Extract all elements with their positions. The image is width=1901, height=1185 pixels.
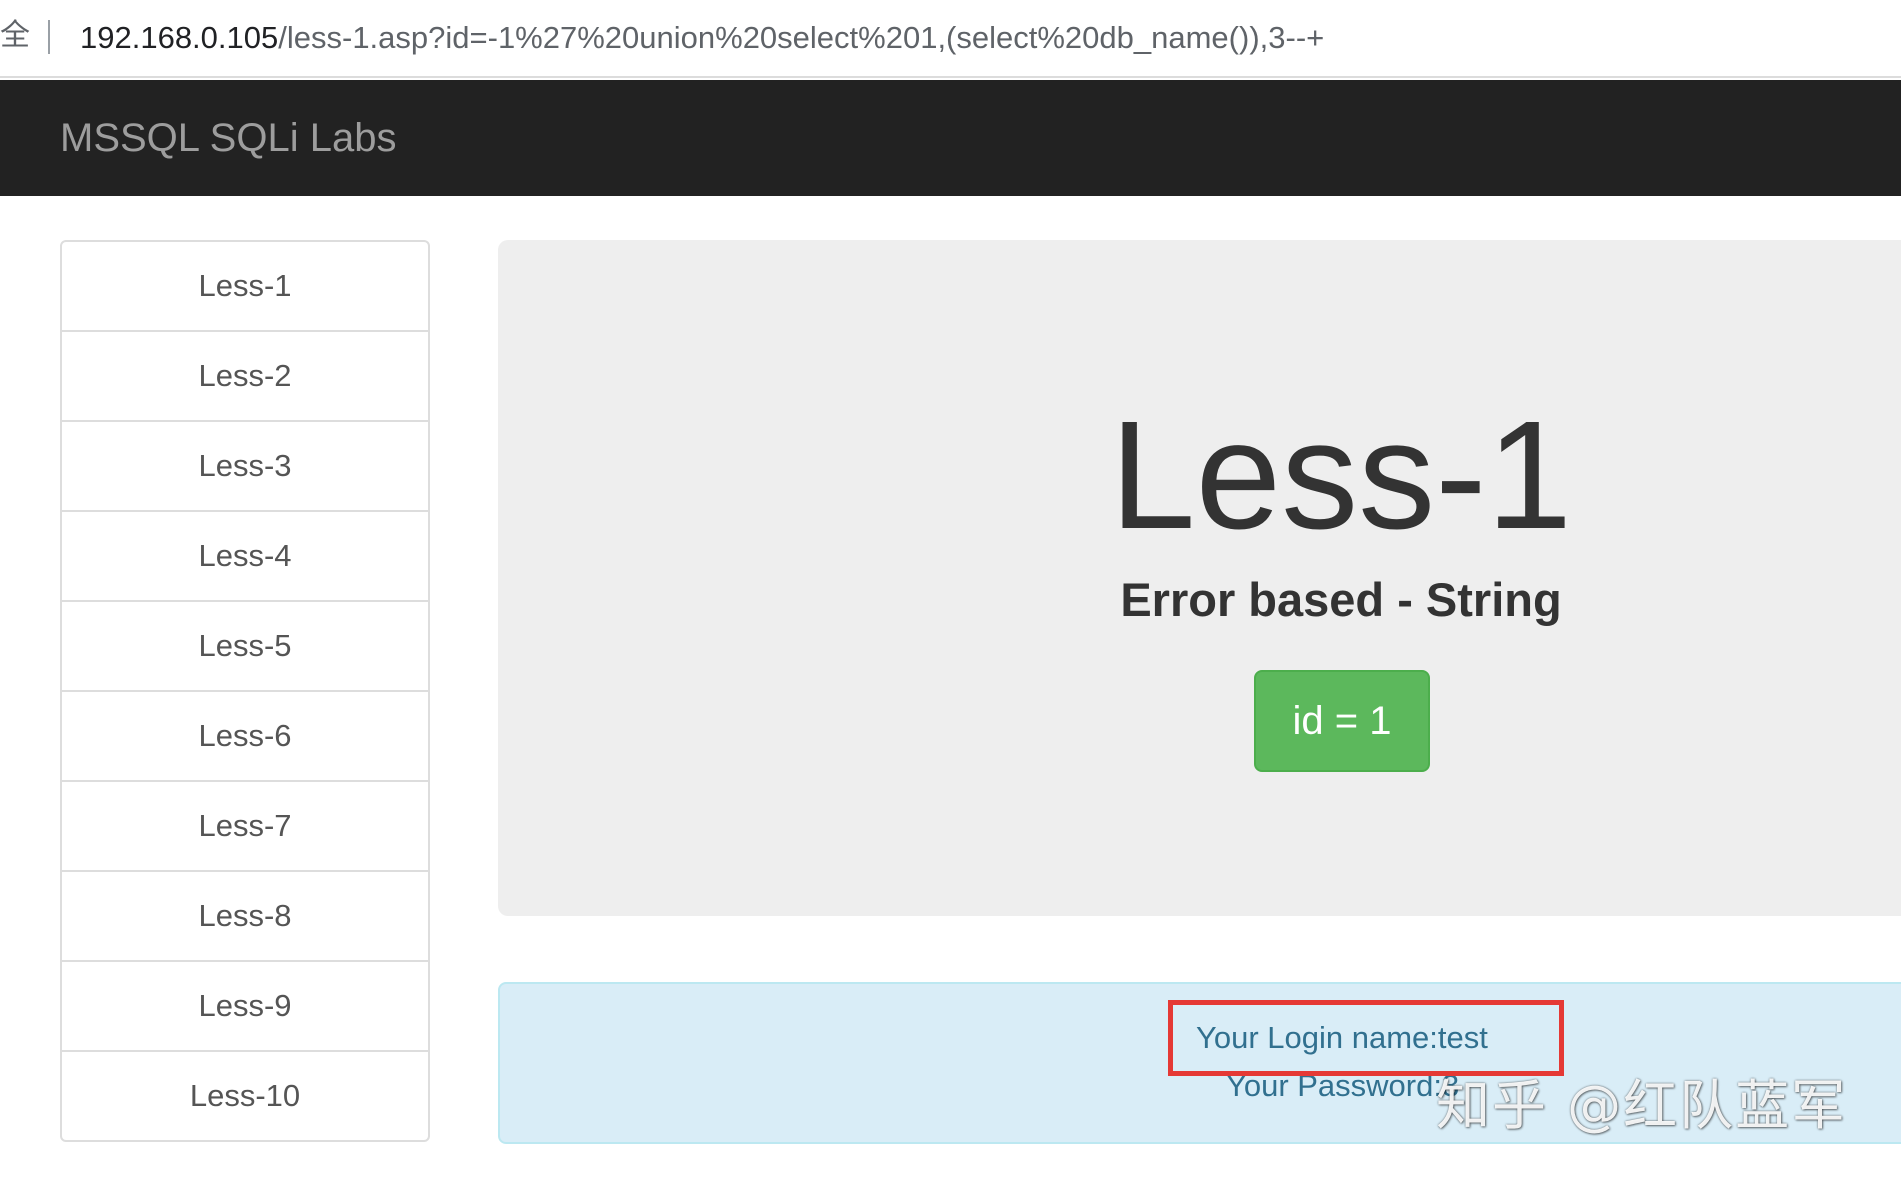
page-subtitle: Error based - String bbox=[1120, 573, 1562, 626]
id-button[interactable]: id = 1 bbox=[1254, 670, 1430, 772]
sidebar-item-less-9[interactable]: Less-9 bbox=[60, 960, 430, 1052]
watermark: 知乎 @红队蓝军 bbox=[1436, 1074, 1848, 1137]
password-text: Your Password:3 bbox=[1226, 1068, 1460, 1103]
sidebar-item-less-10[interactable]: Less-10 bbox=[60, 1050, 430, 1142]
page-title: Less-1 bbox=[1109, 389, 1573, 561]
lesson-jumbotron: Less-1 Error based - String id = 1 bbox=[498, 240, 1901, 916]
sidebar-item-less-1[interactable]: Less-1 bbox=[60, 240, 430, 332]
security-indicator[interactable]: 全 bbox=[0, 14, 30, 58]
login-name-text: Your Login name:test bbox=[1196, 1020, 1488, 1055]
sidebar-item-less-4[interactable]: Less-4 bbox=[60, 510, 430, 602]
sidebar-item-less-3[interactable]: Less-3 bbox=[60, 420, 430, 512]
url-host: 192.168.0.105 bbox=[80, 20, 279, 55]
sidebar-item-less-2[interactable]: Less-2 bbox=[60, 330, 430, 422]
sidebar-item-less-8[interactable]: Less-8 bbox=[60, 870, 430, 962]
address-bar[interactable]: 全 192.168.0.105/less-1.asp?id=-1%27%20un… bbox=[0, 0, 1901, 78]
navbar: MSSQL SQLi Labs bbox=[0, 80, 1901, 196]
sidebar-item-less-6[interactable]: Less-6 bbox=[60, 690, 430, 782]
url-path: /less-1.asp?id=-1%27%20union%20select%20… bbox=[278, 20, 1325, 55]
url-field[interactable]: 192.168.0.105/less-1.asp?id=-1%27%20unio… bbox=[80, 16, 1324, 60]
address-separator bbox=[48, 20, 50, 54]
sidebar-item-less-5[interactable]: Less-5 bbox=[60, 600, 430, 692]
sidebar-lesson-list: Less-1 Less-2 Less-3 Less-4 Less-5 Less-… bbox=[60, 240, 430, 1142]
sidebar-item-less-7[interactable]: Less-7 bbox=[60, 780, 430, 872]
navbar-brand[interactable]: MSSQL SQLi Labs bbox=[60, 114, 396, 162]
